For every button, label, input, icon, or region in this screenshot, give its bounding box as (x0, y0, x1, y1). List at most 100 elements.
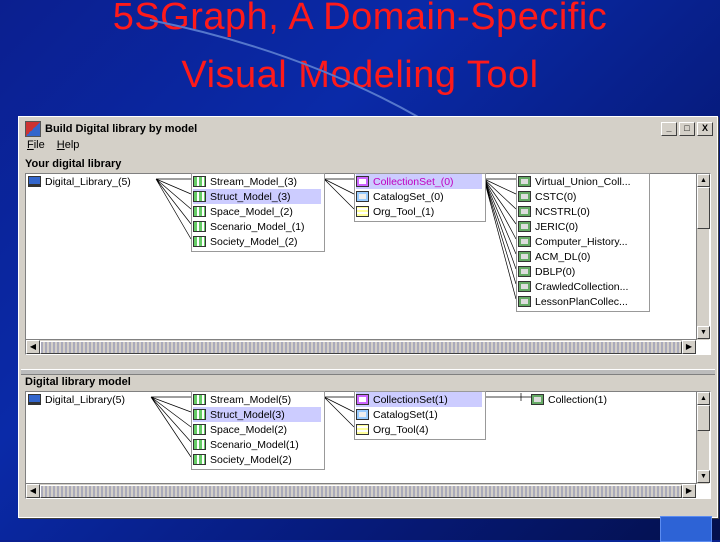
model-icon (193, 394, 206, 405)
model-icon (193, 206, 206, 217)
bottom-model-scenario[interactable]: Scenario_Model(1) (193, 437, 321, 452)
scroll-left-arrow[interactable]: ◀ (26, 340, 40, 354)
top-lib-0[interactable]: Virtual_Union_Coll... (518, 174, 634, 189)
node-label: Stream_Model(5) (210, 393, 292, 406)
scroll-down-arrow[interactable]: ▼ (697, 470, 710, 483)
node-label: Collection(1) (548, 393, 607, 406)
node-label: Scenario_Model(1) (210, 438, 299, 451)
bottom-model-stream[interactable]: Stream_Model(5) (193, 392, 321, 407)
model-icon (193, 236, 206, 247)
bottom-model-struct[interactable]: Struct_Model(3) (193, 407, 321, 422)
top-lib-8[interactable]: LessonPlanCollec... (518, 294, 631, 309)
node-label: Scenario_Model_(1) (210, 220, 305, 233)
library-icon (518, 236, 531, 247)
library-icon (531, 394, 544, 405)
close-button[interactable]: X (697, 122, 713, 136)
library-icon (518, 176, 531, 187)
bottom-collection-leaf[interactable]: Collection(1) (531, 392, 610, 407)
tool-icon (356, 206, 369, 217)
bottom-org-tool[interactable]: Org_Tool(4) (356, 422, 482, 437)
node-label: CollectionSet(1) (373, 393, 448, 406)
menu-help-rest: elp (64, 139, 80, 151)
node-label: CatalogSet_(0) (373, 190, 444, 203)
model-icon (193, 454, 206, 465)
top-org-tool[interactable]: Org_Tool_(1) (356, 204, 482, 219)
node-label: CatalogSet(1) (373, 408, 438, 421)
bottom-panel-label: Digital library model (25, 376, 131, 388)
scroll-down-arrow[interactable]: ▼ (697, 326, 710, 339)
node-label: Digital_Library(5) (45, 393, 125, 406)
catalog-icon (356, 409, 369, 420)
top-lib-6[interactable]: DBLP(0) (518, 264, 578, 279)
top-lib-5[interactable]: ACM_DL(0) (518, 249, 593, 264)
node-label: DBLP(0) (535, 265, 576, 278)
node-label: LessonPlanCollec... (535, 295, 628, 308)
bottom-model-space[interactable]: Space_Model(2) (193, 422, 321, 437)
bottom-catalogset[interactable]: CatalogSet(1) (356, 407, 482, 422)
collection-icon (356, 394, 369, 405)
node-label: CrawledCollection... (535, 280, 629, 293)
node-label: Space_Model_(2) (210, 205, 293, 218)
scroll-thumb[interactable] (697, 405, 710, 431)
scroll-right-arrow[interactable]: ▶ (682, 484, 696, 498)
top-model-stream[interactable]: Stream_Model_(3) (193, 174, 321, 189)
model-icon (193, 409, 206, 420)
bottom-root-node[interactable]: Digital_Library(5) (28, 392, 128, 407)
computer-icon (28, 176, 41, 187)
top-collectionset[interactable]: CollectionSet_(0) (356, 174, 482, 189)
top-model-space[interactable]: Space_Model_(2) (193, 204, 321, 219)
window-controls: _ □ X (661, 122, 713, 136)
decorative-swoosh (149, 19, 421, 119)
node-label: Virtual_Union_Coll... (535, 175, 631, 188)
top-lib-1[interactable]: CSTC(0) (518, 189, 579, 204)
library-icon (518, 191, 531, 202)
node-label: CSTC(0) (535, 190, 577, 203)
node-label: Stream_Model_(3) (210, 175, 297, 188)
bottom-collectionset[interactable]: CollectionSet(1) (356, 392, 482, 407)
scroll-up-arrow[interactable]: ▲ (697, 392, 710, 405)
top-vertical-scrollbar[interactable]: ▲ ▼ (696, 174, 710, 340)
digital-library-model-panel: Digital_Library(5) Stream_Model(5) Struc… (25, 391, 711, 499)
scroll-up-arrow[interactable]: ▲ (697, 174, 710, 187)
node-label: Society_Model_(2) (210, 235, 298, 248)
top-lib-4[interactable]: Computer_History... (518, 234, 631, 249)
bottom-horizontal-scrollbar[interactable]: ◀ ▶ (26, 483, 696, 498)
maximize-button[interactable]: □ (679, 122, 695, 136)
your-digital-library-panel: Digital_Library_(5) Stream_Model_(3) Str… (25, 173, 711, 355)
node-label: Digital_Library_(5) (45, 175, 131, 188)
scroll-right-arrow[interactable]: ▶ (682, 340, 696, 354)
bottom-model-society[interactable]: Society_Model(2) (193, 452, 321, 467)
top-model-society[interactable]: Society_Model_(2) (193, 234, 321, 249)
top-root-node[interactable]: Digital_Library_(5) (28, 174, 134, 189)
scroll-thumb[interactable] (697, 187, 710, 229)
scroll-thumb[interactable] (40, 485, 682, 498)
top-lib-2[interactable]: NCSTRL(0) (518, 204, 593, 219)
node-label: Struct_Model_(3) (210, 190, 291, 203)
node-label: Society_Model(2) (210, 453, 292, 466)
app-window: Build Digital library by model _ □ X Fil… (18, 116, 718, 518)
minimize-button[interactable]: _ (661, 122, 677, 136)
tool-icon (356, 424, 369, 435)
node-label: Org_Tool_(1) (373, 205, 435, 218)
top-horizontal-scrollbar[interactable]: ◀ ▶ (26, 339, 696, 354)
top-model-scenario[interactable]: Scenario_Model_(1) (193, 219, 321, 234)
menu-help[interactable]: Help (57, 139, 80, 155)
top-model-struct[interactable]: Struct_Model_(3) (193, 189, 321, 204)
scroll-thumb[interactable] (40, 341, 682, 354)
bottom-vertical-scrollbar[interactable]: ▲ ▼ (696, 392, 710, 484)
window-title: Build Digital library by model (45, 123, 198, 135)
top-catalogset[interactable]: CatalogSet_(0) (356, 189, 482, 204)
node-label: Computer_History... (535, 235, 628, 248)
menu-file[interactable]: File (27, 139, 45, 155)
panel-splitter[interactable] (21, 369, 715, 375)
scroll-left-arrow[interactable]: ◀ (26, 484, 40, 498)
node-label: NCSTRL(0) (535, 205, 590, 218)
node-label: JERIC(0) (535, 220, 579, 233)
top-lib-7[interactable]: CrawledCollection... (518, 279, 631, 294)
catalog-icon (356, 191, 369, 202)
computer-icon (28, 394, 41, 405)
top-lib-3[interactable]: JERIC(0) (518, 219, 581, 234)
library-icon (518, 251, 531, 262)
library-icon (518, 206, 531, 217)
menu-help-accel: H (56, 139, 65, 151)
